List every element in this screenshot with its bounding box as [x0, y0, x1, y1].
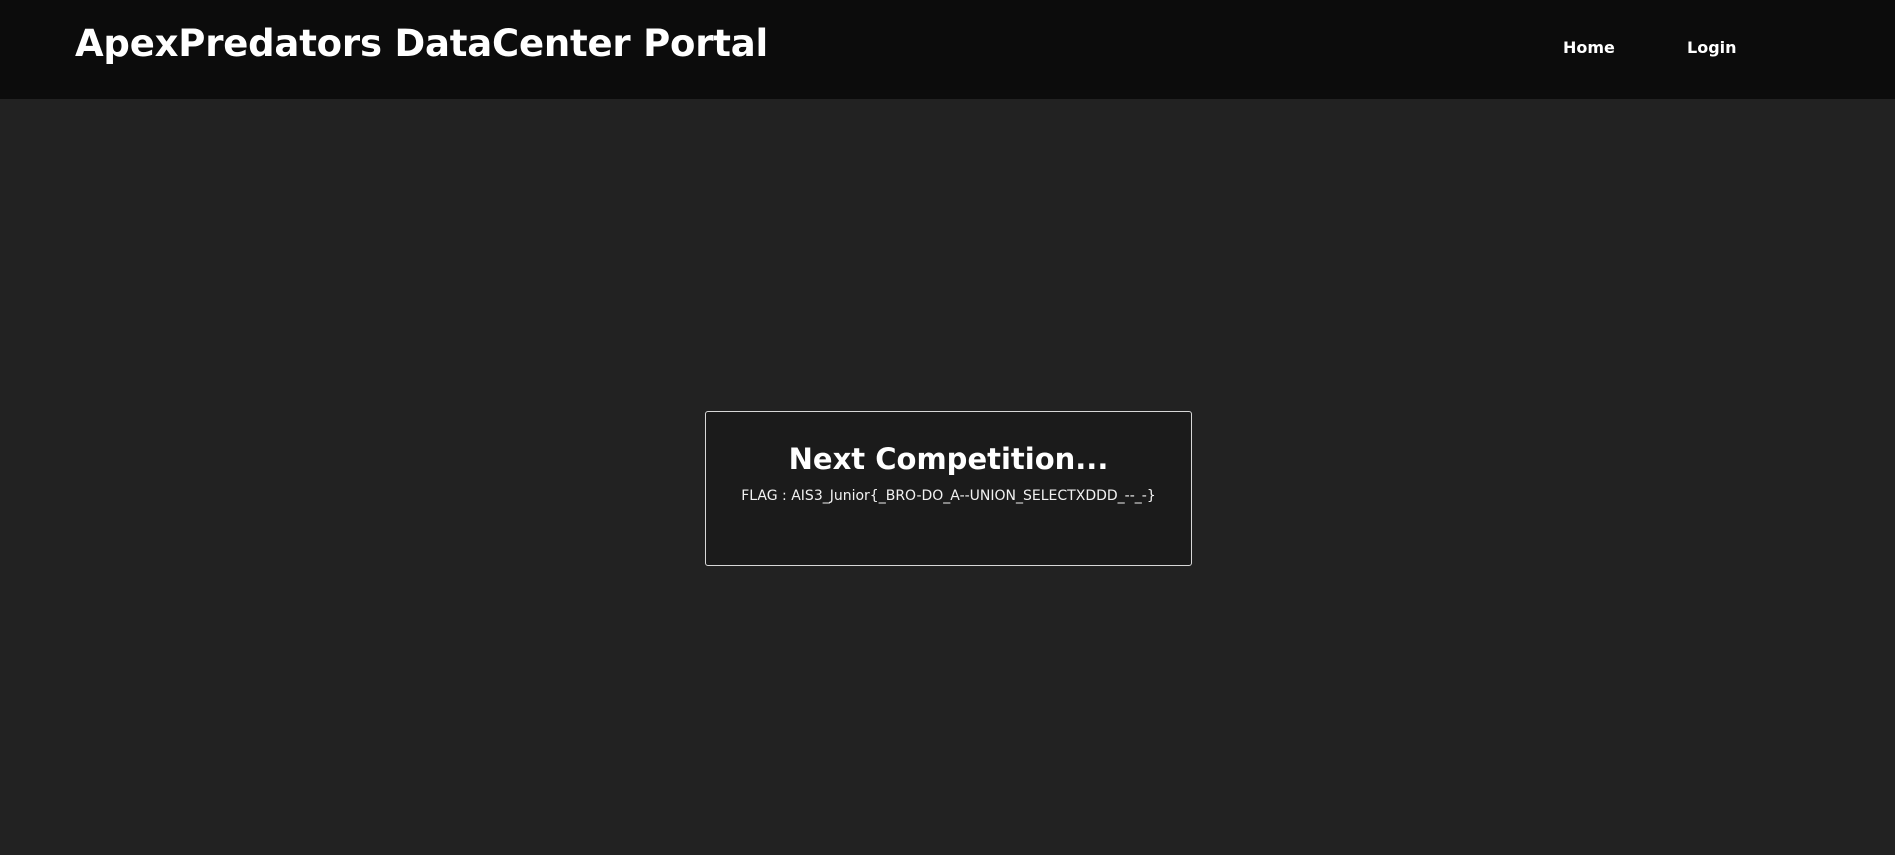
card-title: Next Competition...: [788, 442, 1109, 476]
flag-text: FLAG : AIS3_Junior{_BRO-DO_A--UNION_SELE…: [741, 488, 1156, 504]
top-navbar: ApexPredators DataCenter Portal Home Log…: [0, 0, 1895, 99]
nav-home-link[interactable]: Home: [1563, 38, 1615, 57]
site-brand[interactable]: ApexPredators DataCenter Portal: [75, 22, 768, 65]
competition-card: Next Competition... FLAG : AIS3_Junior{_…: [705, 411, 1192, 566]
nav-login-link[interactable]: Login: [1687, 38, 1737, 57]
